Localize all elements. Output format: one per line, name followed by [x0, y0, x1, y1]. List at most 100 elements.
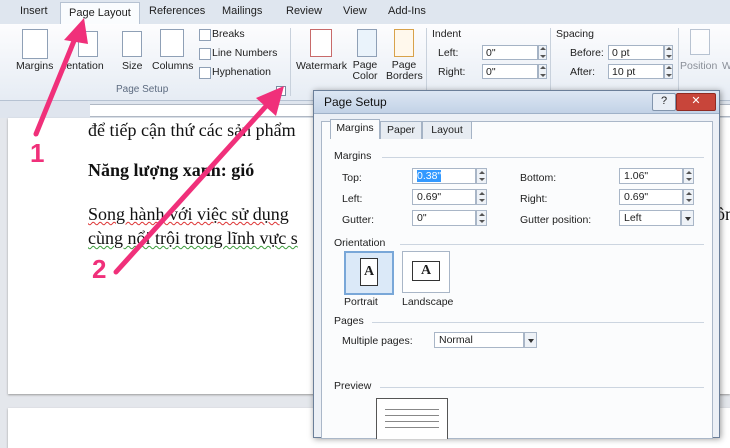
gutter-position-label: Gutter position: [520, 214, 592, 226]
gutter-spinner[interactable] [476, 210, 487, 226]
page-color-button[interactable]: Page Color [350, 60, 380, 82]
indent-right-label: Right: [438, 66, 466, 78]
page-setup-group-label: Page Setup [116, 84, 169, 95]
portrait-label: Portrait [344, 296, 378, 308]
spacing-before-input[interactable]: 0 pt [608, 45, 664, 60]
watermark-button[interactable]: Watermark [296, 60, 347, 72]
hyphenation-button[interactable]: Hyphenation [212, 66, 271, 78]
hyphenation-icon[interactable] [199, 67, 211, 79]
right-label: Right: [520, 193, 548, 205]
ribbon-separator [290, 28, 291, 96]
preview-line [385, 421, 439, 422]
indent-title: Indent [432, 28, 462, 40]
annotation-number-1: 1 [30, 138, 45, 168]
annotation-number-2: 2 [92, 254, 107, 284]
size-button[interactable]: Size [122, 60, 142, 72]
spacing-after-input[interactable]: 10 pt [608, 64, 664, 79]
multiple-pages-label: Multiple pages: [342, 335, 413, 347]
ribbon-separator [426, 28, 427, 96]
doc-paragraph-line-2: cùng nổi trội trong lĩnh vực s [88, 228, 298, 248]
margins-section-label: Margins [334, 150, 372, 162]
multiple-pages-dropdown-icon[interactable] [524, 332, 537, 348]
watermark-icon[interactable] [310, 29, 332, 57]
portrait-icon: A [360, 258, 378, 286]
section-divider [380, 387, 704, 388]
tab-layout[interactable]: Layout [422, 121, 472, 139]
landscape-icon: A [412, 261, 440, 281]
left-label: Left: [342, 193, 363, 205]
landscape-option[interactable]: A [402, 251, 450, 293]
doc-paragraph-line-1: Song hành với việc sử dụng [88, 204, 289, 224]
spacing-after-spinner[interactable] [664, 64, 673, 79]
right-margin-spinner[interactable] [683, 189, 694, 205]
pages-section-label: Pages [334, 315, 364, 327]
left-margin-spinner[interactable] [476, 189, 487, 205]
margins-button[interactable]: Margins [16, 60, 53, 72]
close-button[interactable]: ✕ [676, 93, 716, 111]
tab-review[interactable]: Review [286, 5, 322, 17]
position-button[interactable]: Position [680, 60, 717, 72]
doc-line-1: để tiếp cận thứ các sản phẩm [88, 120, 296, 140]
tab-view[interactable]: View [343, 5, 367, 17]
page-setup-dialog: Page Setup ? ✕ Margins Paper Layout Marg… [313, 90, 720, 439]
bottom-margin-input[interactable]: 1.06" [619, 168, 683, 184]
line-numbers-icon[interactable] [199, 48, 211, 60]
breaks-icon[interactable] [199, 29, 211, 41]
orientation-button[interactable]: ientation [64, 60, 104, 72]
page-color-icon[interactable] [357, 29, 377, 57]
page-setup-launcher-icon[interactable] [276, 86, 286, 96]
top-margin-spinner[interactable] [476, 168, 487, 184]
indent-left-spinner[interactable] [538, 45, 547, 60]
gutter-position-dropdown-icon[interactable] [681, 210, 694, 226]
tab-mailings[interactable]: Mailings [222, 5, 262, 17]
landscape-label: Landscape [402, 296, 454, 308]
indent-right-input[interactable]: 0" [482, 64, 538, 79]
orientation-icon[interactable] [78, 31, 98, 57]
top-margin-value: 0.38" [417, 170, 442, 182]
page-borders-icon[interactable] [394, 29, 414, 57]
left-margin-input[interactable]: 0.69" [412, 189, 476, 205]
preview-line [385, 409, 439, 410]
multiple-pages-select[interactable]: Normal [434, 332, 524, 348]
tab-paper[interactable]: Paper [380, 121, 422, 139]
gutter-position-select[interactable]: Left [619, 210, 681, 226]
dialog-content: Margins Paper Layout Margins Top: 0.38" … [321, 119, 713, 439]
indent-right-spinner[interactable] [538, 64, 547, 79]
columns-button[interactable]: Columns [152, 60, 193, 72]
section-divider [382, 157, 704, 158]
tab-insert[interactable]: Insert [20, 5, 48, 17]
bottom-margin-spinner[interactable] [683, 168, 694, 184]
position-icon[interactable] [690, 29, 710, 55]
page-borders-button[interactable]: Page Borders [386, 60, 423, 82]
portrait-option[interactable]: A [344, 251, 394, 295]
orientation-section-label: Orientation [334, 237, 386, 249]
right-margin-input[interactable]: 0.69" [619, 189, 683, 205]
tab-page-layout[interactable]: Page Layout [60, 2, 140, 25]
tab-references[interactable]: References [149, 5, 205, 17]
section-divider [372, 322, 704, 323]
line-numbers-button[interactable]: Line Numbers [212, 47, 277, 59]
doc-heading: Năng lượng xanh: gió [88, 160, 255, 180]
tab-add-ins[interactable]: Add-Ins [388, 5, 426, 17]
columns-icon[interactable] [160, 29, 184, 57]
margins-icon[interactable] [22, 29, 48, 59]
spacing-before-spinner[interactable] [664, 45, 673, 60]
top-margin-input[interactable]: 0.38" [412, 168, 476, 184]
dialog-title-bar[interactable]: Page Setup ? ✕ [314, 91, 719, 114]
size-icon[interactable] [122, 31, 142, 57]
bottom-label: Bottom: [520, 172, 557, 184]
help-button[interactable]: ? [652, 93, 676, 111]
top-label: Top: [342, 172, 362, 184]
wrap-text-button[interactable]: W T [722, 60, 730, 72]
preview-line [385, 427, 439, 428]
gutter-input[interactable]: 0" [412, 210, 476, 226]
ribbon-separator [550, 28, 551, 96]
preview-section-label: Preview [334, 380, 372, 392]
tab-margins[interactable]: Margins [330, 119, 380, 139]
gutter-label: Gutter: [342, 214, 375, 226]
ribbon-tab-bar: Insert Page Layout References Mailings R… [0, 0, 730, 25]
breaks-button[interactable]: Breaks [212, 28, 245, 40]
indent-left-label: Left: [438, 47, 459, 59]
ribbon-separator [678, 28, 679, 96]
indent-left-input[interactable]: 0" [482, 45, 538, 60]
